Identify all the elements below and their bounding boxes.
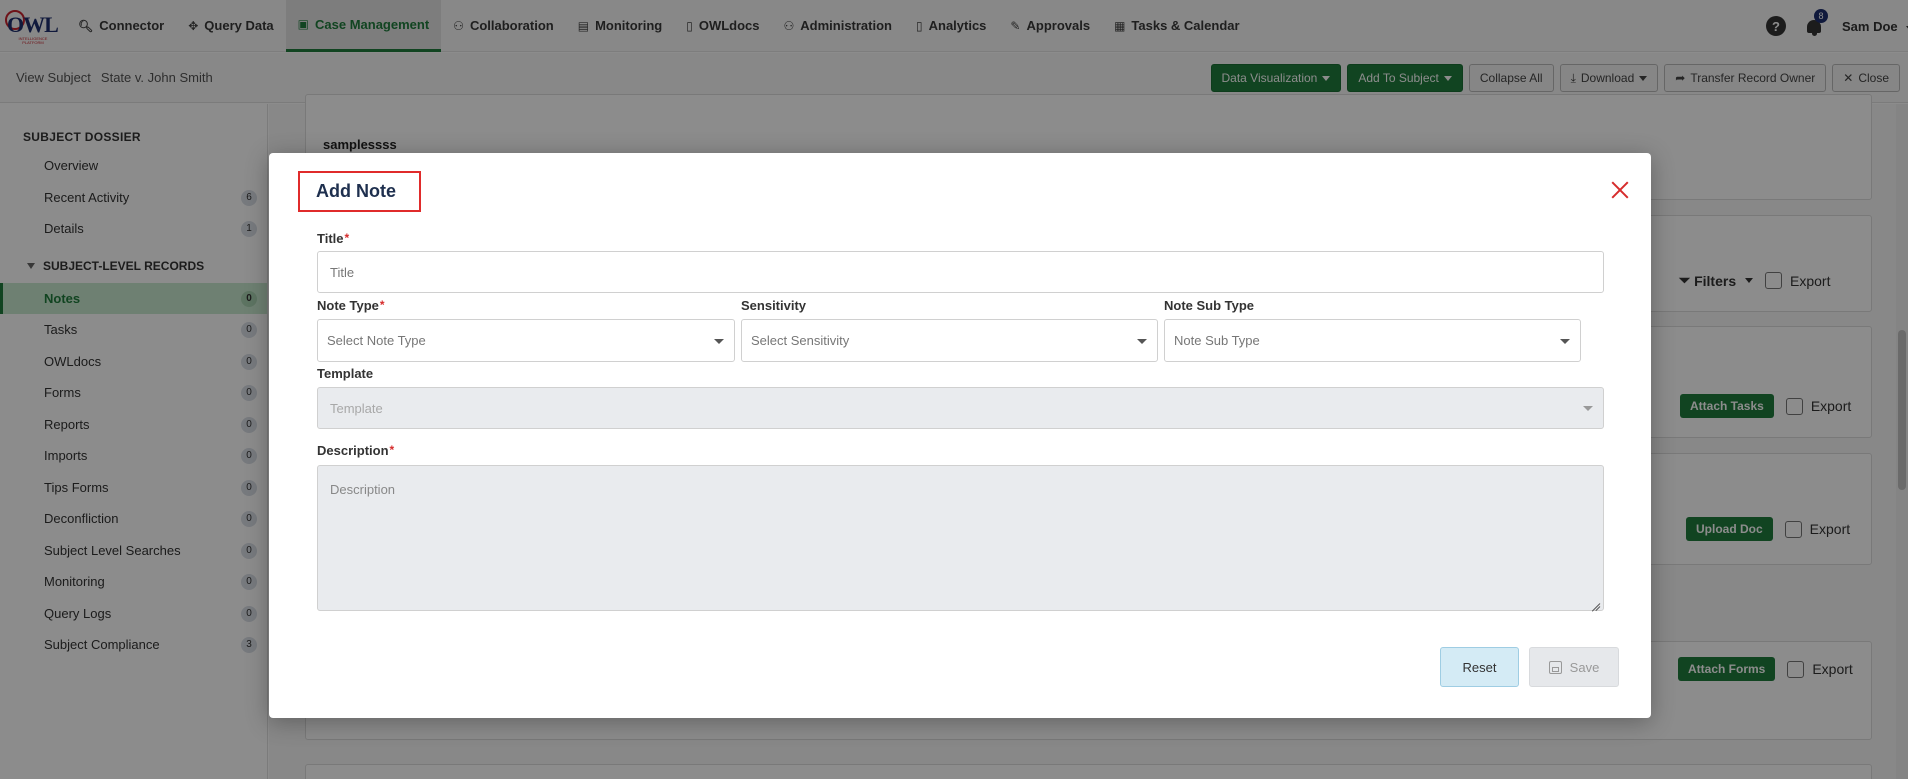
note-type-label: Note Type* [317,298,385,313]
template-placeholder: Template [330,400,383,416]
save-label: Save [1569,659,1600,675]
note-type-placeholder: Select Note Type [327,333,426,348]
template-select: Template [317,387,1604,429]
description-textarea[interactable]: Description [317,465,1604,611]
chevron-down-icon [1583,406,1593,411]
note-sub-type-select[interactable]: Note Sub Type [1164,319,1581,362]
sensitivity-select[interactable]: Select Sensitivity [741,319,1158,362]
description-label-text: Description [317,443,389,458]
modal-title: Add Note [316,181,396,201]
save-button[interactable]: Save [1529,647,1619,687]
title-input[interactable]: Title [317,251,1604,293]
required-mark: * [389,443,395,457]
title-placeholder: Title [330,264,355,280]
required-mark: * [344,231,350,245]
note-type-select[interactable]: Select Note Type [317,319,735,362]
description-placeholder: Description [330,482,396,497]
modal-title-highlight: Add Note [298,171,421,212]
title-label: Title* [317,231,349,246]
sensitivity-label: Sensitivity [741,298,807,313]
template-label: Template [317,366,374,381]
title-label-text: Title [317,231,344,246]
save-icon [1548,660,1562,674]
note-type-label-text: Note Type [317,298,379,313]
reset-label: Reset [1462,659,1497,675]
required-mark: * [379,298,385,312]
chevron-down-icon [1560,338,1570,344]
reset-button[interactable]: Reset [1440,647,1519,687]
resize-grip-icon[interactable] [1591,598,1601,608]
chevron-down-icon [714,338,724,344]
sensitivity-placeholder: Select Sensitivity [751,333,850,348]
add-note-modal: Add Note Title* Title Note Type* Select … [269,153,1651,718]
chevron-down-icon [1137,338,1147,344]
note-sub-type-placeholder: Note Sub Type [1174,333,1260,348]
close-icon[interactable] [1611,181,1629,199]
note-sub-type-label: Note Sub Type [1164,298,1255,313]
description-label: Description* [317,443,394,458]
